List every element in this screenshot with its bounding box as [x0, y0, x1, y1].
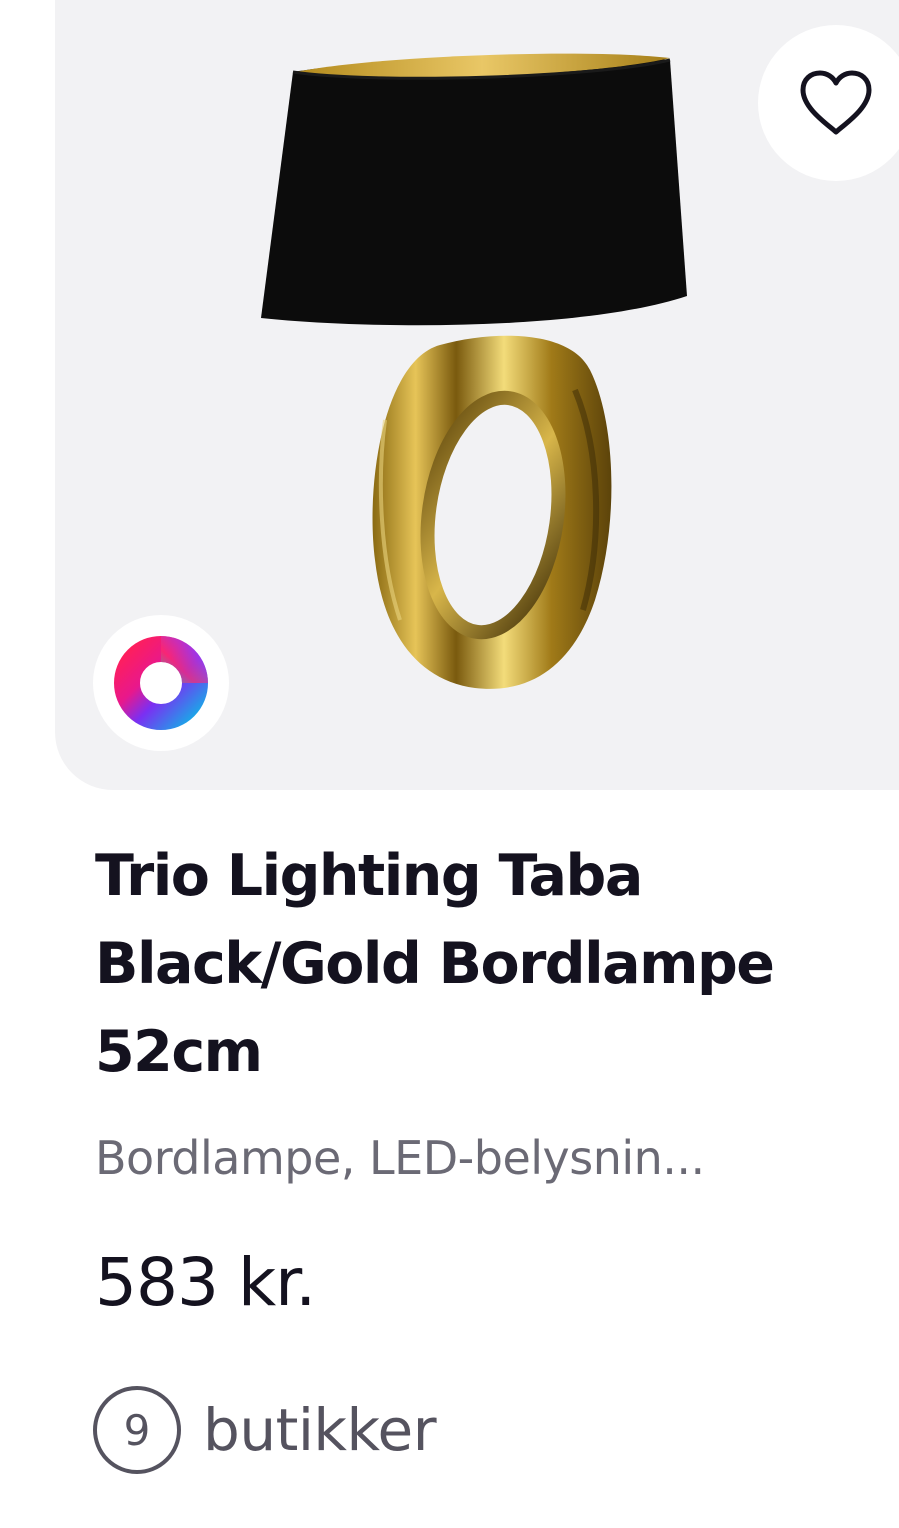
- heart-outline-icon: [800, 70, 872, 135]
- ring-logo-icon: [114, 636, 208, 730]
- product-title[interactable]: Trio Lighting Taba Black/Gold Bordlampe …: [95, 832, 855, 1096]
- stores-count-badge: 9: [93, 1386, 181, 1474]
- product-price: 583 kr.: [95, 1244, 316, 1321]
- brand-badge: [93, 615, 229, 751]
- product-subtitle: Bordlampe, LED-belysnin...: [95, 1131, 705, 1185]
- stores-link[interactable]: 9 butikker: [93, 1380, 437, 1480]
- lamp-shade: [261, 53, 687, 326]
- stores-label: butikker: [203, 1396, 437, 1464]
- lamp-base: [372, 335, 612, 689]
